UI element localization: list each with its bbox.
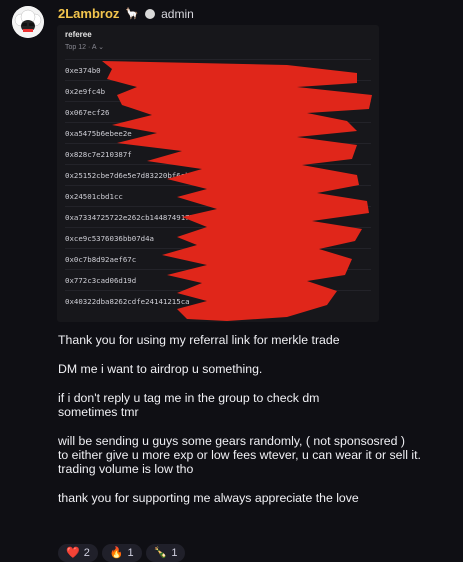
- message-line: will be sending u guys some gears random…: [58, 434, 405, 448]
- reaction-bottle[interactable]: 🍾 1: [145, 544, 186, 562]
- llama-icon: 🦙: [125, 8, 140, 20]
- role-icon: [145, 8, 156, 19]
- message-line: DM me i want to airdrop u something.: [58, 362, 263, 376]
- avatar[interactable]: [12, 6, 44, 38]
- attached-screenshot[interactable]: referee Top 12 · A ⌄ 0xe374b0 0x2e9fc4b …: [57, 25, 379, 322]
- reaction-count: 1: [171, 547, 178, 559]
- reaction-fire[interactable]: 🔥 1: [101, 544, 142, 562]
- sheep-avatar-icon: [12, 6, 44, 38]
- message-line: sometimes tmr: [58, 405, 139, 419]
- message-line: Thank you for using my referral link for…: [58, 333, 340, 347]
- bottle-icon: 🍾: [153, 547, 168, 559]
- post-header: 2Lambroz 🦙 admin: [58, 6, 194, 21]
- message-line: thank you for supporting me always appre…: [58, 491, 359, 505]
- message-line: to either give u more exp or low fees wt…: [58, 448, 421, 462]
- heart-icon: ❤️: [66, 547, 80, 559]
- message-body: Thank you for using my referral link for…: [58, 333, 456, 505]
- redaction-scribble: [102, 61, 372, 321]
- message-line: trading volume is low tho: [58, 462, 194, 476]
- role-badge: admin: [161, 6, 194, 21]
- author-name[interactable]: 2Lambroz: [58, 6, 119, 21]
- reaction-count: 2: [83, 547, 90, 559]
- reaction-heart[interactable]: ❤️ 2: [58, 544, 98, 562]
- reactions-bar: ❤️ 2 🔥 1 🍾 1: [58, 544, 186, 562]
- fire-icon: 🔥: [109, 547, 124, 559]
- message-line: if i don't reply u tag me in the group t…: [58, 391, 320, 405]
- reaction-count: 1: [127, 547, 134, 559]
